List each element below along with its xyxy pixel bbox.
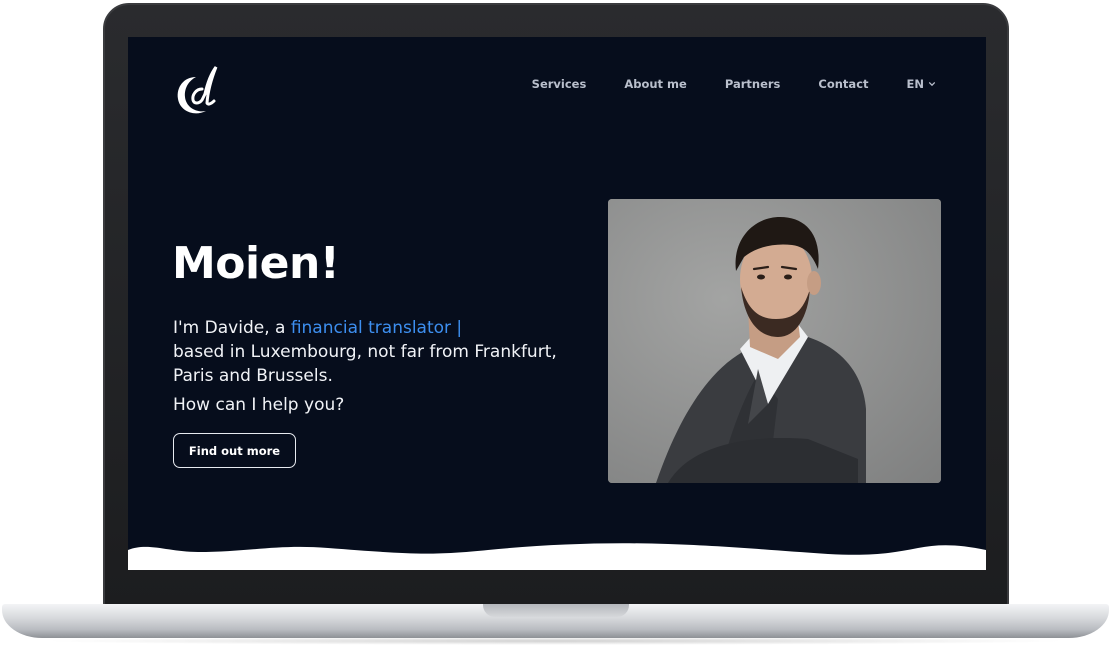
laptop-notch <box>483 604 629 617</box>
nav-contact[interactable]: Contact <box>818 77 868 91</box>
language-selector[interactable]: EN <box>907 77 936 91</box>
hero-title: Moien! <box>172 238 340 289</box>
nav-partners[interactable]: Partners <box>725 77 781 91</box>
language-label: EN <box>906 77 924 91</box>
hero-question: How can I help you? <box>173 395 345 415</box>
chevron-down-icon <box>928 82 936 87</box>
intro-prefix: I'm Davide, a <box>173 318 291 338</box>
hero-intro: I'm Davide, a financial translator | bas… <box>173 316 593 388</box>
cd-monogram-logo-icon[interactable] <box>172 63 222 117</box>
laptop-shadow <box>40 637 1070 645</box>
website-screen: Services About me Partners Contact EN Mo… <box>128 37 986 570</box>
main-nav: Services About me Partners Contact EN <box>532 77 936 91</box>
intro-highlight: financial translator | <box>290 318 463 338</box>
bottom-wave-divider <box>128 543 986 570</box>
intro-suffix: based in Luxembourg, not far from Frankf… <box>173 342 557 386</box>
nav-about-me[interactable]: About me <box>624 77 687 91</box>
portrait-photo <box>608 199 941 483</box>
find-out-more-button[interactable]: Find out more <box>173 433 296 468</box>
nav-services[interactable]: Services <box>532 77 587 91</box>
